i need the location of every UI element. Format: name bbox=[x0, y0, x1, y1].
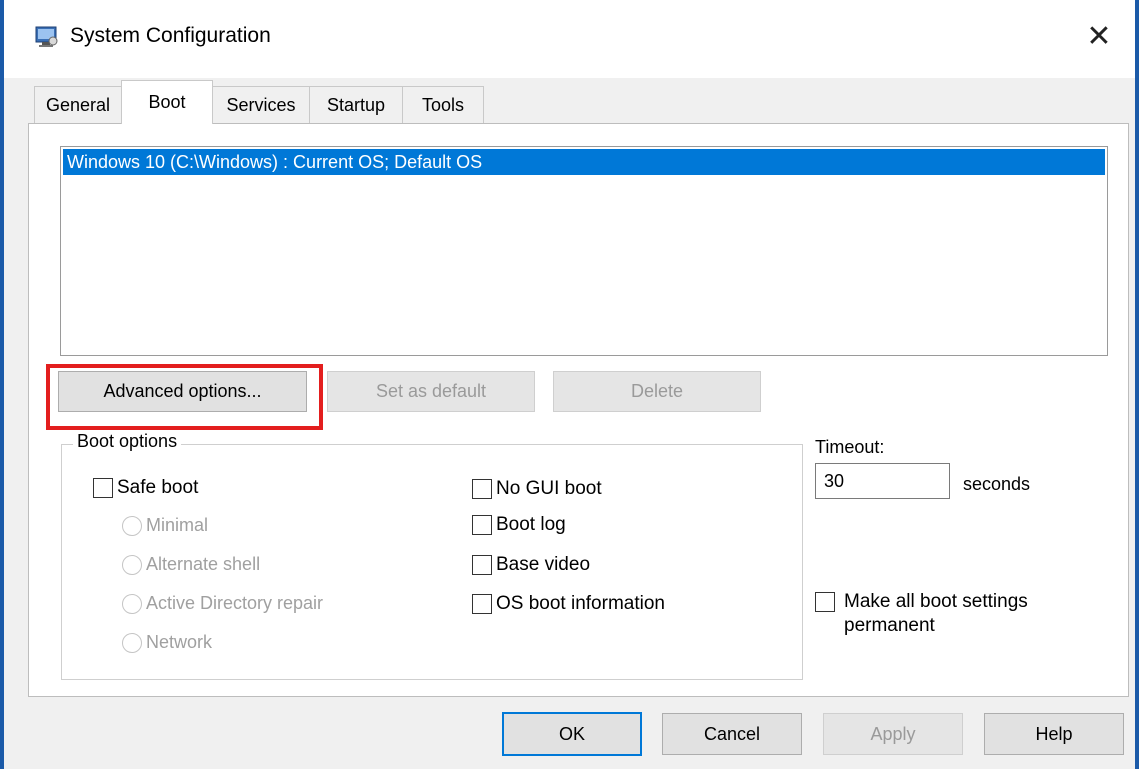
make-permanent-checkbox[interactable] bbox=[815, 592, 839, 612]
ok-button[interactable]: OK bbox=[502, 712, 642, 756]
system-configuration-icon bbox=[35, 26, 58, 47]
delete-button[interactable]: Delete bbox=[553, 371, 761, 412]
minimal-label: Minimal bbox=[146, 515, 209, 535]
base-video-label: Base video bbox=[496, 554, 591, 575]
alternate-shell-label: Alternate shell bbox=[146, 554, 261, 574]
title-bar: System Configuration ✕ bbox=[4, 0, 1135, 78]
checkbox-box[interactable] bbox=[472, 515, 492, 535]
tab-general[interactable]: General bbox=[34, 86, 122, 123]
network-label: Network bbox=[146, 632, 213, 652]
tab-boot[interactable]: Boot bbox=[121, 80, 213, 124]
boot-tab-panel: Windows 10 (C:\Windows) : Current OS; De… bbox=[28, 123, 1129, 697]
timeout-label: Timeout: bbox=[815, 437, 885, 457]
make-permanent-label: Make all boot settings permanent bbox=[844, 590, 1028, 638]
timeout-input[interactable] bbox=[815, 463, 950, 499]
tab-services[interactable]: Services bbox=[212, 86, 310, 123]
checkbox-box[interactable] bbox=[472, 594, 492, 614]
no-gui-boot-label: No GUI boot bbox=[496, 478, 602, 499]
safe-boot-label: Safe boot bbox=[117, 477, 199, 498]
no-gui-boot-checkbox[interactable]: No GUI boot bbox=[472, 478, 602, 500]
radio-circle[interactable] bbox=[122, 632, 142, 653]
os-boot-information-label: OS boot information bbox=[496, 593, 665, 614]
help-button[interactable]: Help bbox=[984, 713, 1124, 755]
set-as-default-button[interactable]: Set as default bbox=[327, 371, 535, 412]
boot-options-label: Boot options bbox=[73, 431, 182, 452]
alternate-shell-radio[interactable]: Alternate shell bbox=[122, 554, 260, 575]
cancel-button[interactable]: Cancel bbox=[662, 713, 802, 755]
window-title: System Configuration bbox=[70, 24, 271, 47]
system-configuration-window: System Configuration ✕ General Boot Serv… bbox=[0, 0, 1139, 769]
base-video-checkbox[interactable]: Base video bbox=[472, 554, 590, 576]
os-list-item[interactable]: Windows 10 (C:\Windows) : Current OS; De… bbox=[63, 149, 1105, 175]
radio-circle[interactable] bbox=[122, 593, 142, 614]
safe-boot-checkbox[interactable]: Safe boot bbox=[93, 477, 198, 499]
active-directory-repair-radio[interactable]: Active Directory repair bbox=[122, 593, 323, 614]
close-icon[interactable]: ✕ bbox=[1077, 14, 1121, 58]
make-permanent-label-line1: Make all boot settings bbox=[844, 591, 1028, 612]
tab-tools[interactable]: Tools bbox=[402, 86, 484, 123]
boot-log-checkbox[interactable]: Boot log bbox=[472, 514, 566, 536]
os-list[interactable]: Windows 10 (C:\Windows) : Current OS; De… bbox=[60, 146, 1108, 356]
radio-circle[interactable] bbox=[122, 515, 142, 536]
checkbox-box[interactable] bbox=[472, 555, 492, 575]
checkbox-box[interactable] bbox=[815, 592, 835, 612]
checkbox-box[interactable] bbox=[93, 478, 113, 498]
os-boot-information-checkbox[interactable]: OS boot information bbox=[472, 593, 665, 615]
make-permanent-label-line2: permanent bbox=[844, 615, 935, 636]
network-radio[interactable]: Network bbox=[122, 632, 212, 653]
checkbox-box[interactable] bbox=[472, 479, 492, 499]
seconds-label: seconds bbox=[963, 474, 1031, 494]
boot-log-label: Boot log bbox=[496, 514, 566, 535]
active-directory-repair-label: Active Directory repair bbox=[146, 593, 324, 613]
minimal-radio[interactable]: Minimal bbox=[122, 515, 208, 536]
tab-startup[interactable]: Startup bbox=[309, 86, 403, 123]
radio-circle[interactable] bbox=[122, 554, 142, 575]
advanced-options-button[interactable]: Advanced options... bbox=[58, 371, 307, 412]
apply-button[interactable]: Apply bbox=[823, 713, 963, 755]
